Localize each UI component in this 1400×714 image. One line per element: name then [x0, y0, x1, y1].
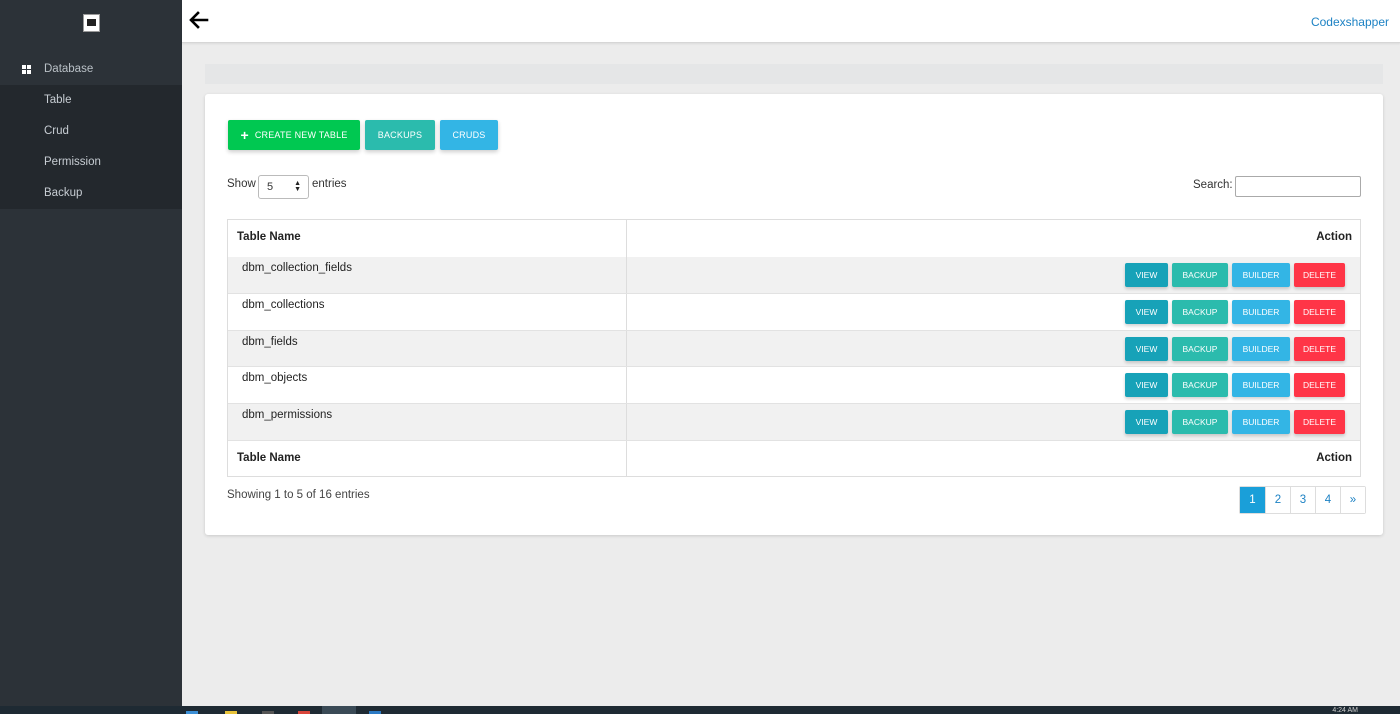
- view-button[interactable]: VIEW: [1125, 262, 1168, 287]
- delete-button[interactable]: DELETE: [1294, 373, 1345, 398]
- plus-icon: +: [240, 127, 249, 143]
- sidebar-item-label: Database: [44, 63, 94, 75]
- sidebar-item-database[interactable]: Database: [0, 54, 182, 85]
- back-arrow-icon[interactable]: [188, 9, 210, 31]
- column-header-table-name[interactable]: Table Name: [237, 231, 301, 243]
- column-header-action: Action: [1316, 231, 1352, 243]
- top-navbar: Codexshapper: [182, 0, 1400, 43]
- entries-label: entries: [312, 178, 347, 190]
- view-button[interactable]: VIEW: [1125, 373, 1168, 398]
- row-actions: VIEW BACKUP BUILDER DELETE: [1125, 373, 1345, 398]
- builder-button[interactable]: BUILDER: [1232, 409, 1290, 434]
- table-name-cell: dbm_collections: [242, 299, 325, 312]
- cruds-button[interactable]: CRUDS: [440, 120, 498, 150]
- sidebar-item-backup[interactable]: Backup: [0, 178, 182, 209]
- search-label: Search:: [1193, 179, 1233, 191]
- builder-button[interactable]: BUILDER: [1232, 262, 1290, 287]
- sidebar-menu: Database Table Crud Permission Backup: [0, 54, 182, 209]
- select-caret-icon: ▲ ▼: [294, 180, 301, 193]
- pagination-next-button[interactable]: »: [1340, 487, 1365, 513]
- pagination-page-3[interactable]: 3: [1290, 487, 1315, 513]
- sidebar-item-label: Crud: [44, 125, 69, 137]
- column-footer-action: Action: [1316, 451, 1352, 464]
- view-button[interactable]: VIEW: [1125, 300, 1168, 325]
- backup-button[interactable]: BACKUP: [1172, 262, 1228, 287]
- row-actions: VIEW BACKUP BUILDER DELETE: [1125, 409, 1345, 434]
- pagination-page-1[interactable]: 1: [1240, 487, 1265, 513]
- table-name-cell: dbm_collection_fields: [242, 261, 352, 274]
- breadcrumb-bar: [205, 64, 1383, 84]
- builder-button[interactable]: BUILDER: [1232, 300, 1290, 325]
- table-header-row: Table Name Action: [228, 220, 1360, 257]
- builder-button[interactable]: BUILDER: [1232, 336, 1290, 361]
- column-footer-table-name: Table Name: [237, 451, 301, 464]
- grid-icon: [22, 65, 32, 74]
- table-row: dbm_permissions VIEW BACKUP BUILDER DELETE: [228, 402, 1360, 440]
- table-row: dbm_fields VIEW BACKUP BUILDER DELETE: [228, 329, 1360, 367]
- table-name-cell: dbm_fields: [242, 335, 298, 348]
- sidebar-item-label: Table: [44, 94, 72, 106]
- view-button[interactable]: VIEW: [1125, 409, 1168, 434]
- search-input[interactable]: [1235, 176, 1361, 197]
- backups-button[interactable]: BACKUPS: [365, 120, 435, 150]
- table-info: Showing 1 to 5 of 16 entries: [227, 489, 370, 501]
- sidebar-item-permission[interactable]: Permission: [0, 147, 182, 178]
- table-footer-row: Table Name Action: [228, 439, 1360, 477]
- pagination-page-4[interactable]: 4: [1315, 487, 1340, 513]
- sidebar-submenu: Table Crud Permission Backup: [0, 85, 182, 209]
- show-label: Show: [227, 178, 256, 190]
- backup-button[interactable]: BACKUP: [1172, 300, 1228, 325]
- table-name-cell: dbm_permissions: [242, 408, 333, 421]
- builder-button[interactable]: BUILDER: [1232, 373, 1290, 398]
- taskbar-clock: 4:24 AM: [1332, 707, 1358, 714]
- taskbar-app-icon[interactable]: [322, 706, 356, 714]
- sidebar-item-table[interactable]: Table: [0, 85, 182, 116]
- table-name-cell: dbm_objects: [242, 372, 308, 385]
- delete-button[interactable]: DELETE: [1294, 262, 1345, 287]
- create-new-table-button[interactable]: + CREATE NEW TABLE: [228, 120, 360, 150]
- delete-button[interactable]: DELETE: [1294, 336, 1345, 361]
- sidebar: Database Table Crud Permission Backup: [0, 0, 182, 714]
- backup-button[interactable]: BACKUP: [1172, 373, 1228, 398]
- row-actions: VIEW BACKUP BUILDER DELETE: [1125, 336, 1345, 361]
- pagination: 1 2 3 4»: [1239, 486, 1366, 514]
- os-taskbar: 4:24 AM: [0, 706, 1400, 714]
- row-actions: VIEW BACKUP BUILDER DELETE: [1125, 300, 1345, 325]
- sidebar-item-label: Backup: [44, 187, 83, 199]
- content-card: + CREATE NEW TABLE BACKUPS CRUDS Show 5 …: [205, 94, 1383, 535]
- backup-button[interactable]: BACKUP: [1172, 409, 1228, 434]
- sidebar-item-label: Permission: [44, 156, 101, 168]
- create-new-table-label: CREATE NEW TABLE: [254, 130, 348, 140]
- row-actions: VIEW BACKUP BUILDER DELETE: [1125, 262, 1345, 287]
- table-row: dbm_collections VIEW BACKUP BUILDER DELETE: [228, 293, 1360, 330]
- delete-button[interactable]: DELETE: [1294, 300, 1345, 325]
- tables-table: Table Name Action dbm_collection_fields V…: [227, 219, 1361, 478]
- view-button[interactable]: VIEW: [1125, 336, 1168, 361]
- user-menu-link[interactable]: Codexshapper: [1311, 15, 1389, 29]
- backup-button[interactable]: BACKUP: [1172, 336, 1228, 361]
- delete-button[interactable]: DELETE: [1294, 409, 1345, 434]
- sidebar-item-crud[interactable]: Crud: [0, 116, 182, 147]
- entries-length-value: 5: [267, 181, 274, 193]
- table-row: dbm_objects VIEW BACKUP BUILDER DELETE: [228, 366, 1360, 403]
- app-logo[interactable]: [83, 14, 100, 32]
- entries-length-select[interactable]: 5 ▲ ▼: [258, 175, 309, 199]
- table-row: dbm_collection_fields VIEW BACKUP BUILDER DE…: [228, 256, 1360, 294]
- pagination-page-2[interactable]: 2: [1265, 487, 1290, 513]
